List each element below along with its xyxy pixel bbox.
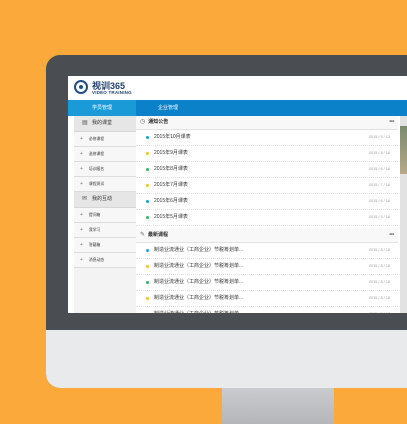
course-row-title: 制造业流通业（工商企业）节税筹划单... <box>154 311 243 313</box>
header: 视训365 VIDEO TRAINING <box>68 76 407 101</box>
bullet-icon <box>146 281 149 284</box>
course-row[interactable]: 制造业流通业（工商企业）节税筹划单... 2015 / 8 / 18 <box>136 291 398 307</box>
notice-row-date: 2015 / 7 / 18 <box>368 183 390 187</box>
sidebar: ▤ 我的课堂 + 必修课程 + 选修课程 + 培训报名 + 课程测试 ✉ 我的互动 + 提问箱… <box>74 116 136 313</box>
course-row-date: 2015 / 8 / 18 <box>368 264 390 268</box>
plus-icon: + <box>80 166 83 172</box>
course-row-date: 2015 / 8 / 18 <box>368 280 390 284</box>
more-icon[interactable]: ••• <box>389 116 394 129</box>
monitor-stand <box>222 388 334 424</box>
course-row[interactable]: 制造业流通业（工商企业）节税筹划单... 2015 / 8 / 18 <box>136 259 398 275</box>
banner-image-edge <box>400 126 407 174</box>
course-row[interactable]: 制造业流通业（工商企业）节税筹划单... 2015 / 8 / 18 <box>136 275 398 291</box>
notices-header: ◷ 通知公告 ••• <box>136 116 398 130</box>
bullet-icon <box>146 297 149 300</box>
plus-icon: + <box>80 242 83 248</box>
notice-row-title: 2015年7月课表 <box>154 182 188 188</box>
course-row-title: 制造业流通业（工商企业）节税筹划单... <box>154 247 244 253</box>
paperclip-icon: ✎ <box>140 232 146 238</box>
notice-row[interactable]: 2015年5月课表 2015 / 5 / 18 <box>136 210 398 226</box>
notice-row-title: 2015年5月课表 <box>154 214 188 220</box>
tab-enterprise-management[interactable]: 企业管理 <box>148 100 188 116</box>
plus-icon: + <box>80 257 83 263</box>
plus-icon: + <box>80 136 83 142</box>
sidebar-item-my-study[interactable]: + 我学习 <box>74 223 136 238</box>
mail-icon: ✉ <box>82 196 88 202</box>
plus-icon: + <box>80 212 83 218</box>
sidebar-item-course-test[interactable]: + 课程测试 <box>74 177 136 192</box>
sidebar-item-required-courses[interactable]: + 必修课程 <box>74 132 136 147</box>
monitor-chin <box>46 330 407 388</box>
notice-row-date: 2015 / 5 / 18 <box>368 215 390 219</box>
bullet-icon <box>146 216 149 219</box>
logo-icon <box>74 80 88 94</box>
bullet-icon <box>146 265 149 268</box>
notice-row-title: 2015年6月课表 <box>154 198 188 204</box>
plus-icon: + <box>80 181 83 187</box>
notice-row-title: 2015年9月课表 <box>154 150 188 156</box>
notice-row[interactable]: 2015年10月课表 2015 / 9 / 13 <box>136 130 398 146</box>
tab-student-management[interactable]: 学员管理 <box>68 100 136 116</box>
course-row[interactable]: 制造业流通业（工商企业）节税筹划单... 2015 / 8 / 18 <box>136 307 398 313</box>
course-row-date: 2015 / 8 / 18 <box>368 296 390 300</box>
notice-row[interactable]: 2015年8月课表 2015 / 6 / 18 <box>136 162 398 178</box>
bullet-icon <box>146 200 149 203</box>
bullet-icon <box>146 184 149 187</box>
book-icon: ▤ <box>82 120 88 126</box>
notice-row[interactable]: 2015年6月课表 2015 / 6 / 18 <box>136 194 398 210</box>
sidebar-section-my-interaction[interactable]: ✉ 我的互动 <box>74 192 136 208</box>
more-icon[interactable]: ••• <box>389 229 394 242</box>
brand-subtitle: VIDEO TRAINING <box>92 90 132 95</box>
sidebar-item-news-feed[interactable]: + 消息动态 <box>74 253 136 268</box>
notice-row-date: 2015 / 8 / 18 <box>368 151 390 155</box>
sidebar-item-answer-box[interactable]: + 答疑箱 <box>74 238 136 253</box>
bullet-icon <box>146 152 149 155</box>
bullet-icon <box>146 249 149 252</box>
sidebar-item-elective-courses[interactable]: + 选修课程 <box>74 147 136 162</box>
sidebar-item-question-box[interactable]: + 提问箱 <box>74 208 136 223</box>
plus-icon: + <box>80 151 83 157</box>
course-row-title: 制造业流通业（工商企业）节税筹划单... <box>154 263 244 269</box>
clock-icon: ◷ <box>140 119 146 125</box>
main-content: ◷ 通知公告 ••• 2015年10月课表 2015 / 9 / 13 2015年9月… <box>136 116 398 313</box>
course-row-date: 2015 / 8 / 18 <box>369 307 390 313</box>
course-row-title: 制造业流通业（工商企业）节税筹划单... <box>154 295 244 301</box>
notice-row-date: 2015 / 6 / 18 <box>368 167 390 171</box>
notice-row[interactable]: 2015年7月课表 2015 / 7 / 18 <box>136 178 398 194</box>
sidebar-section-my-classroom[interactable]: ▤ 我的课堂 <box>74 116 136 132</box>
bullet-icon <box>146 136 149 139</box>
notice-row-title: 2015年8月课表 <box>154 166 188 172</box>
screen: 视训365 VIDEO TRAINING 学员管理 企业管理 ▤ 我的课堂 + 必修… <box>68 76 407 313</box>
bullet-icon <box>146 168 149 171</box>
courses-header: ✎ 最新课程 ••• <box>136 229 398 243</box>
notice-row-title: 2015年10月课表 <box>154 134 191 140</box>
notice-row[interactable]: 2015年9月课表 2015 / 8 / 18 <box>136 146 398 162</box>
course-row[interactable]: 制造业流通业（工商企业）节税筹划单... 2015 / 8 / 18 <box>136 243 398 259</box>
notice-row-date: 2015 / 9 / 13 <box>368 135 390 139</box>
plus-icon: + <box>80 227 83 233</box>
main-nav: 学员管理 企业管理 <box>68 100 407 116</box>
course-row-title: 制造业流通业（工商企业）节税筹划单... <box>154 279 244 285</box>
notice-row-date: 2015 / 6 / 18 <box>368 199 390 203</box>
sidebar-item-training-signup[interactable]: + 培训报名 <box>74 162 136 177</box>
course-row-date: 2015 / 8 / 18 <box>368 248 390 252</box>
